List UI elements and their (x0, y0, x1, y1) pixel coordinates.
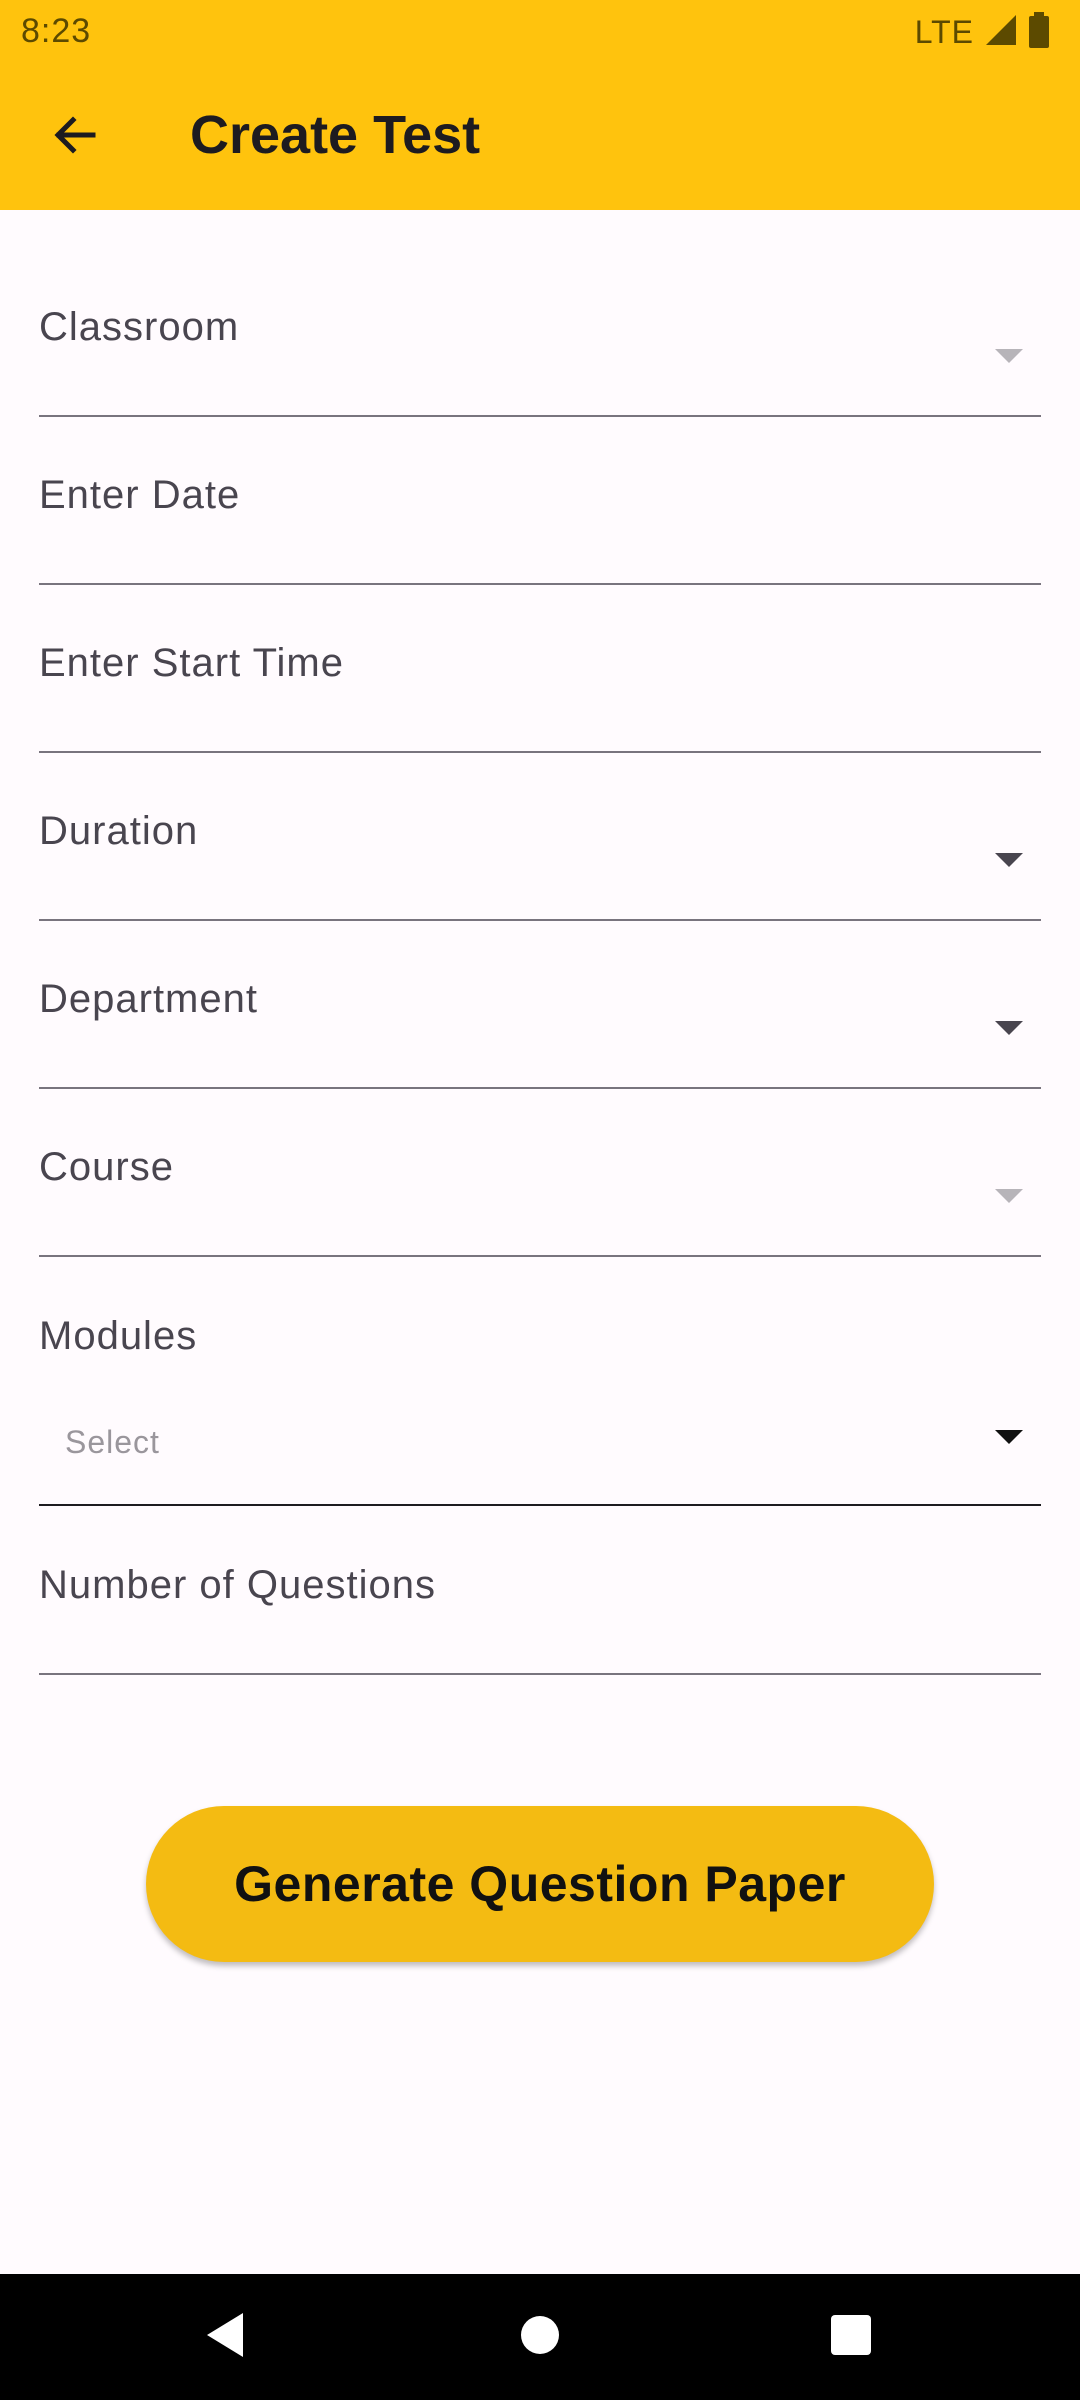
nav-home-button[interactable] (505, 2302, 575, 2372)
status-indicators: LTE (914, 11, 1050, 53)
date-field[interactable]: Enter Date (39, 473, 1041, 585)
date-label: Enter Date (39, 473, 241, 517)
chevron-down-icon (995, 853, 1023, 867)
course-label: Course (39, 1145, 174, 1189)
network-type: LTE (914, 13, 974, 50)
chevron-down-icon (995, 1021, 1023, 1035)
duration-dropdown[interactable]: Duration (39, 809, 1041, 921)
page-title: Create Test (190, 105, 481, 165)
battery-icon (1028, 11, 1050, 53)
chevron-down-icon (995, 1189, 1023, 1203)
home-circle-icon (520, 2315, 560, 2360)
back-triangle-icon (203, 2311, 247, 2364)
department-label: Department (39, 977, 258, 1021)
modules-label: Modules (39, 1314, 198, 1358)
duration-label: Duration (39, 809, 199, 853)
start-time-field[interactable]: Enter Start Time (39, 641, 1041, 753)
course-dropdown[interactable]: Course (39, 1145, 1041, 1257)
classroom-label: Classroom (39, 305, 240, 349)
modules-placeholder: Select (65, 1424, 160, 1460)
chevron-down-icon (995, 349, 1023, 363)
arrow-back-icon (51, 112, 97, 163)
status-bar: 8:23 LTE (0, 0, 1080, 64)
start-time-label: Enter Start Time (39, 641, 344, 685)
modules-dropdown[interactable]: Modules Select (39, 1314, 1041, 1506)
nav-back-button[interactable] (190, 2302, 260, 2372)
system-nav-bar (0, 2274, 1080, 2400)
app-bar: Create Test (0, 64, 1080, 210)
nav-recents-button[interactable] (816, 2302, 886, 2372)
signal-icon (984, 13, 1018, 52)
chevron-down-icon (995, 1430, 1023, 1444)
num-questions-field[interactable]: Number of Questions (39, 1563, 1041, 1675)
classroom-dropdown[interactable]: Classroom (39, 305, 1041, 417)
recents-square-icon (830, 2314, 872, 2361)
back-button[interactable] (33, 96, 115, 178)
department-dropdown[interactable]: Department (39, 977, 1041, 1089)
generate-question-paper-button[interactable]: Generate Question Paper (146, 1806, 934, 1962)
status-time: 8:23 (21, 12, 92, 50)
num-questions-label: Number of Questions (39, 1563, 436, 1607)
